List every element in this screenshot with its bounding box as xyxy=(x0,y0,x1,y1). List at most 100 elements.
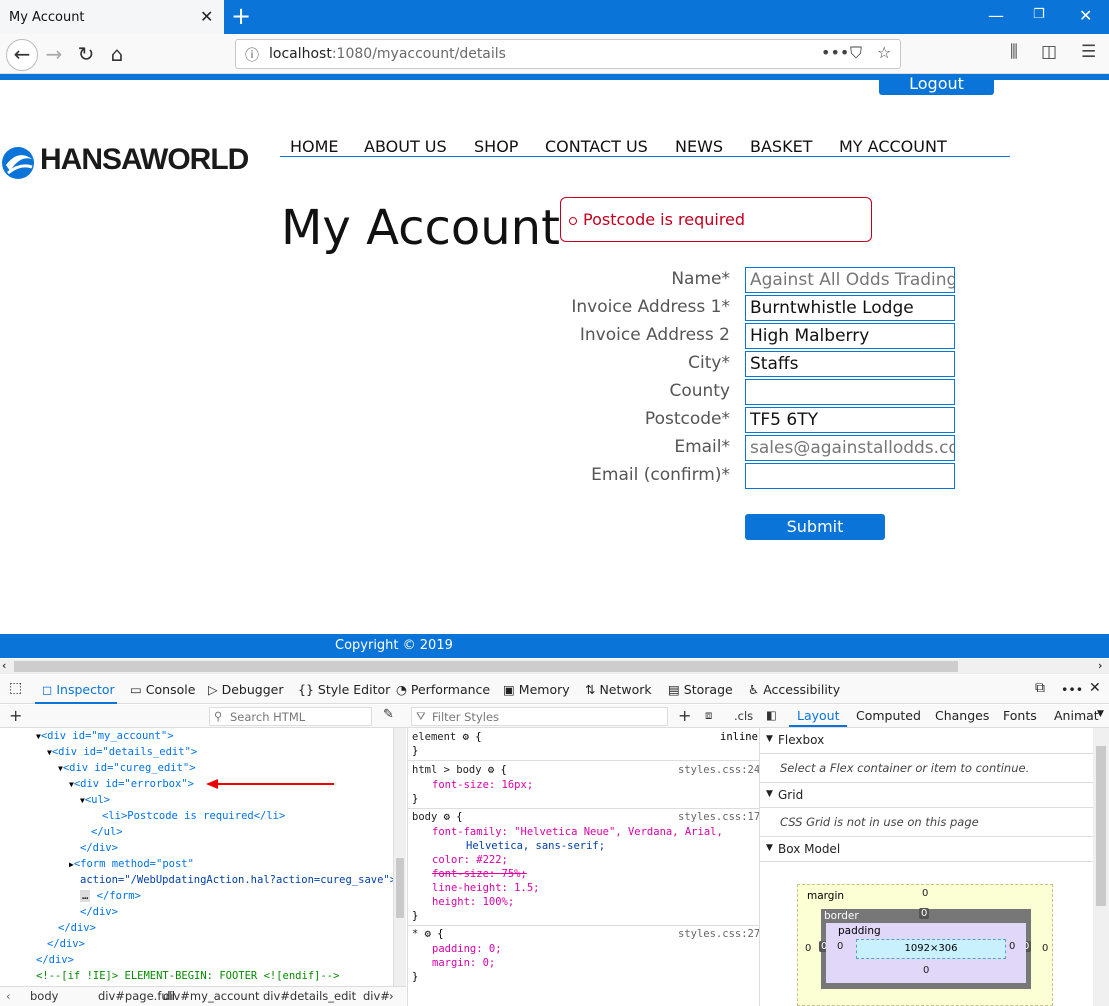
tab-debugger[interactable]: ▷ Debugger xyxy=(208,682,283,697)
node-div-close[interactable]: </div> xyxy=(80,840,118,856)
search-html-input[interactable]: ⚲ Search HTML xyxy=(209,707,372,726)
name-field[interactable]: Against All Odds Trading xyxy=(745,267,955,293)
tab-fonts[interactable]: Fonts xyxy=(1003,708,1037,723)
node-my-account[interactable]: ▼<div id="my_account"> xyxy=(36,728,174,745)
county-field[interactable] xyxy=(745,379,955,405)
more-options-icon[interactable]: ••• xyxy=(1061,682,1083,697)
flexbox-section-header[interactable]: ▼ Flexbox xyxy=(760,728,1094,754)
sidebar-icon[interactable]: ◫ xyxy=(1041,42,1057,62)
menu-item-home[interactable]: HOME xyxy=(290,137,339,156)
node-errorbox[interactable]: ▼<div id="errorbox"> xyxy=(69,776,194,793)
node-form[interactable]: ▶<form method="post" xyxy=(69,856,194,873)
postcode-field[interactable]: TF5 6TY xyxy=(745,407,955,433)
filter-styles-input[interactable]: ⛛ Filter Styles xyxy=(411,707,668,726)
css-declaration[interactable]: font-size: 16px; xyxy=(432,778,533,792)
css-declaration[interactable]: line-height: 1.5; xyxy=(432,881,539,895)
layout-scrollbar[interactable] xyxy=(1093,728,1109,1006)
scroll-left-icon[interactable]: ‹ xyxy=(2,659,6,672)
pocket-icon[interactable]: ⛉ xyxy=(850,43,862,63)
bookmark-star-icon[interactable]: ☆ xyxy=(877,43,891,62)
eyedropper-icon[interactable]: ✎ xyxy=(383,707,394,722)
padding-right-value[interactable]: 0 xyxy=(1009,941,1015,952)
dock-icon[interactable]: ⧉ xyxy=(1035,680,1045,696)
tab-performance[interactable]: ◔ Performance xyxy=(396,682,490,697)
url-bar[interactable]: ⓘ localhost:1080/myaccount/details ••• ⛉… xyxy=(235,39,901,69)
breadcrumb-item[interactable]: body xyxy=(30,989,58,1003)
reload-icon[interactable]: ↻ xyxy=(73,42,99,68)
node-cureg-edit[interactable]: ▼<div id="cureg_edit"> xyxy=(58,760,196,777)
content-size[interactable]: 1092×306 xyxy=(856,939,1006,959)
breadcrumb-item[interactable]: div#details_edit xyxy=(263,989,356,1003)
css-declaration-overridden[interactable]: font-size: 75%; xyxy=(432,867,527,881)
home-icon[interactable]: ⌂ xyxy=(104,42,130,68)
menu-item-contact-us[interactable]: CONTACT US xyxy=(545,137,648,156)
email-field[interactable]: sales@againstallodds.cor xyxy=(745,435,955,461)
scroll-right-icon[interactable]: › xyxy=(1098,659,1102,672)
tab-computed[interactable]: Computed xyxy=(856,708,921,723)
rule-source-link[interactable]: styles.css:27 xyxy=(678,927,759,941)
css-declaration[interactable]: height: 100%; xyxy=(432,895,514,909)
box-model-section-header[interactable]: ▼ Box Model xyxy=(760,836,1094,862)
css-declaration[interactable]: padding: 0; xyxy=(432,942,502,956)
browser-tab[interactable]: My Account ✕ xyxy=(0,0,224,34)
padding-bottom-value[interactable]: 0 xyxy=(923,965,929,976)
forward-icon[interactable]: → xyxy=(41,42,67,68)
element-picker-icon[interactable]: ⬚ xyxy=(9,680,22,696)
logout-button[interactable]: Logout xyxy=(879,74,994,95)
restore-icon[interactable]: ❐ xyxy=(1033,7,1045,22)
tab-storage[interactable]: ▤ Storage xyxy=(668,682,733,697)
tab-changes[interactable]: Changes xyxy=(935,708,989,723)
menu-item-news[interactable]: NEWS xyxy=(675,137,723,156)
more-tabs-icon[interactable]: ▼ xyxy=(1097,709,1104,719)
margin-top-value[interactable]: 0 xyxy=(922,888,928,899)
node-ul[interactable]: ▼<ul> xyxy=(80,792,110,809)
grid-section-header[interactable]: ▼ Grid xyxy=(760,782,1094,808)
markup-scrollbar[interactable] xyxy=(393,728,406,986)
node-div-close[interactable]: </div> xyxy=(36,952,74,968)
css-declaration-cont[interactable]: Helvetica, sans-serif; xyxy=(466,839,605,853)
rule-source-link[interactable]: styles.css:24 xyxy=(678,763,759,777)
node-details-edit[interactable]: ▼<div id="details_edit"> xyxy=(47,744,197,761)
invoice-address-2-field[interactable]: High Malberry xyxy=(745,323,955,349)
css-declaration[interactable]: font-family: "Helvetica Neue", Verdana, … xyxy=(432,825,723,839)
close-devtools-icon[interactable]: ✕ xyxy=(1089,680,1101,696)
email-confirm-field[interactable] xyxy=(745,463,955,489)
menu-item-about-us[interactable]: ABOUT US xyxy=(364,137,447,156)
close-tab-icon[interactable]: ✕ xyxy=(200,7,213,26)
scrollbar-thumb[interactable] xyxy=(14,661,958,672)
menu-item-shop[interactable]: SHOP xyxy=(474,137,518,156)
node-div-close[interactable]: </div> xyxy=(58,920,96,936)
cls-toggle[interactable]: .cls xyxy=(734,709,753,723)
node-form-close[interactable]: … </form> xyxy=(80,888,141,904)
node-ul-close[interactable]: </ul> xyxy=(91,824,123,840)
breadcrumb-item[interactable]: div#my_account xyxy=(163,989,260,1003)
scrollbar-thumb[interactable] xyxy=(1096,746,1106,906)
horizontal-scrollbar[interactable]: ‹ › xyxy=(0,659,1109,674)
toggle-sidebar-icon[interactable]: ◧ xyxy=(766,708,777,722)
breadcrumb-prev-icon[interactable]: ‹ xyxy=(6,989,11,1003)
node-comment[interactable]: <!--[if !IE]> ELEMENT-BEGIN: FOOTER <![e… xyxy=(36,968,339,984)
node-li[interactable]: <li>Postcode is required</li> xyxy=(102,808,285,824)
margin-left-value[interactable]: 0 xyxy=(805,943,811,954)
tab-memory[interactable]: ▣ Memory xyxy=(503,682,570,697)
new-tab-icon[interactable]: + xyxy=(231,3,251,29)
back-icon[interactable]: ← xyxy=(6,39,38,71)
tab-style-editor[interactable]: {} Style Editor xyxy=(298,682,390,697)
css-declaration[interactable]: color: #222; xyxy=(432,853,508,867)
markup-view[interactable]: ▼<div id="my_account"> ▼<div id="details… xyxy=(0,728,393,986)
breadcrumb-item[interactable]: div# xyxy=(363,989,390,1003)
rules-view[interactable]: element ⚙ { inline } html > body ⚙ { sty… xyxy=(407,728,759,1006)
close-window-icon[interactable]: ✕ xyxy=(1079,6,1092,25)
border-top-value[interactable]: 0 xyxy=(919,908,930,919)
node-form-action[interactable]: action="/WebUpdatingAction.hal?action=cu… xyxy=(80,872,393,888)
node-div-close[interactable]: </div> xyxy=(80,904,118,920)
submit-button[interactable]: Submit xyxy=(745,514,885,540)
tab-accessibility[interactable]: ♿ Accessibility xyxy=(748,682,840,697)
tab-animations[interactable]: Animat xyxy=(1054,708,1099,723)
tab-console[interactable]: ▭ Console xyxy=(130,682,195,697)
scrollbar-thumb[interactable] xyxy=(396,858,404,918)
add-rule-icon[interactable]: + xyxy=(678,706,691,725)
breadcrumb-next-icon[interactable]: › xyxy=(389,989,394,1003)
tab-inspector[interactable]: ◻ Inspector xyxy=(42,682,115,697)
info-icon[interactable]: ⓘ xyxy=(245,45,259,65)
